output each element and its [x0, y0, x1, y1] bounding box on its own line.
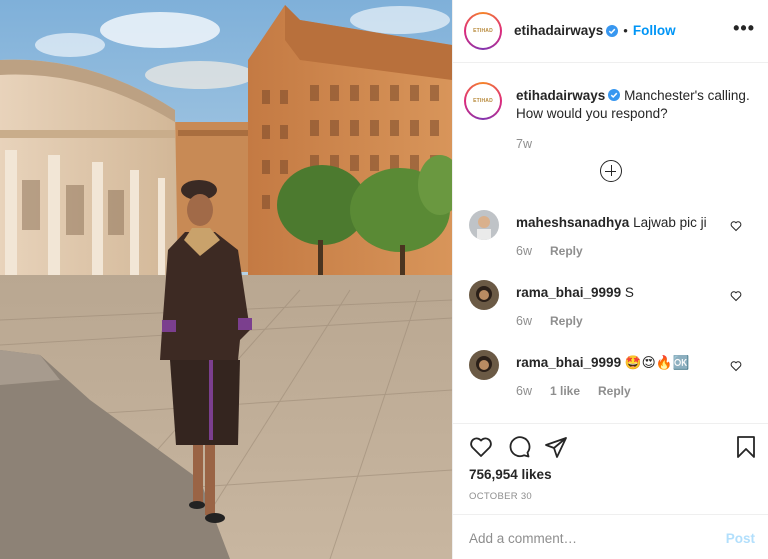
comment-timestamp[interactable]: 6w	[516, 384, 532, 398]
etihad-logo: ETIHAD	[473, 98, 493, 104]
post-photo[interactable]	[0, 0, 452, 559]
comment-timestamp[interactable]: 6w	[516, 314, 532, 328]
commenter-username[interactable]: maheshsanadhya	[516, 215, 629, 230]
comment-timestamp[interactable]: 6w	[516, 244, 532, 258]
post-header: ETIHAD etihadairways • Follow •••	[453, 0, 768, 63]
add-comment-bar: Add a comment… Post	[453, 514, 768, 559]
etihad-logo: ETIHAD	[473, 28, 493, 34]
comment-text: maheshsanadhya Lajwab pic ji	[516, 215, 707, 230]
separator-dot: •	[623, 23, 628, 38]
comment-text: rama_bhai_9999 S	[516, 285, 634, 300]
more-options-icon[interactable]: •••	[733, 18, 755, 39]
comment-item: rama_bhai_9999 S 6w Reply	[453, 280, 768, 340]
avatar-image	[469, 210, 499, 240]
share-icon[interactable]	[544, 435, 568, 459]
caption-text: etihadairways Manchester's calling. How …	[516, 87, 756, 123]
author-avatar[interactable]: ETIHAD	[464, 12, 502, 50]
verified-badge-icon	[606, 24, 619, 37]
comment-body: 🤩😍🔥🆗	[624, 355, 690, 370]
caption-author-avatar[interactable]: ETIHAD	[464, 82, 502, 120]
commenter-avatar[interactable]	[469, 210, 499, 240]
commenter-avatar[interactable]	[469, 350, 499, 380]
comment-meta: 6w Reply	[516, 314, 583, 328]
avatar-image	[469, 350, 499, 380]
likes-count[interactable]: 756,954 likes	[469, 467, 552, 482]
comment-meta: 6w Reply	[516, 244, 583, 258]
avatar-image	[469, 280, 499, 310]
author-username[interactable]: etihadairways	[514, 23, 603, 38]
reply-button[interactable]: Reply	[550, 314, 583, 328]
author-line: etihadairways • Follow	[514, 23, 676, 38]
commenter-username[interactable]: rama_bhai_9999	[516, 285, 621, 300]
post-image	[0, 0, 452, 559]
comment-text: rama_bhai_9999 🤩😍🔥🆗	[516, 355, 689, 371]
heart-icon[interactable]	[730, 360, 742, 372]
post-date[interactable]: OCTOBER 30	[469, 491, 532, 502]
commenter-avatar[interactable]	[469, 280, 499, 310]
load-more-comments-icon[interactable]	[600, 160, 622, 182]
post-actions: 756,954 likes OCTOBER 30 Add a comment… …	[453, 423, 768, 559]
follow-button[interactable]: Follow	[633, 23, 676, 38]
bookmark-icon[interactable]	[734, 435, 758, 459]
commenter-username[interactable]: rama_bhai_9999	[516, 355, 621, 370]
comment-icon[interactable]	[507, 435, 531, 459]
post-comment-button[interactable]: Post	[726, 531, 755, 546]
comment-body: Lajwab pic ji	[633, 215, 707, 230]
heart-icon[interactable]	[730, 220, 742, 232]
comment-body: S	[624, 285, 634, 300]
heart-icon[interactable]	[730, 290, 742, 302]
comment-meta: 6w 1 like Reply	[516, 384, 631, 398]
reply-button[interactable]: Reply	[550, 244, 583, 258]
caption-username[interactable]: etihadairways	[516, 88, 605, 103]
heart-icon[interactable]	[469, 435, 493, 459]
verified-badge-icon	[608, 89, 621, 101]
comment-item: rama_bhai_9999 🤩😍🔥🆗 6w 1 like Reply	[453, 350, 768, 410]
comment-item: maheshsanadhya Lajwab pic ji 6w Reply	[453, 210, 768, 270]
reply-button[interactable]: Reply	[598, 384, 631, 398]
caption-timestamp[interactable]: 7w	[516, 137, 532, 151]
comment-like-count[interactable]: 1 like	[550, 384, 580, 398]
post-side-panel: ETIHAD etihadairways • Follow ••• ETIHAD…	[452, 0, 768, 559]
add-comment-input[interactable]: Add a comment…	[469, 531, 577, 546]
